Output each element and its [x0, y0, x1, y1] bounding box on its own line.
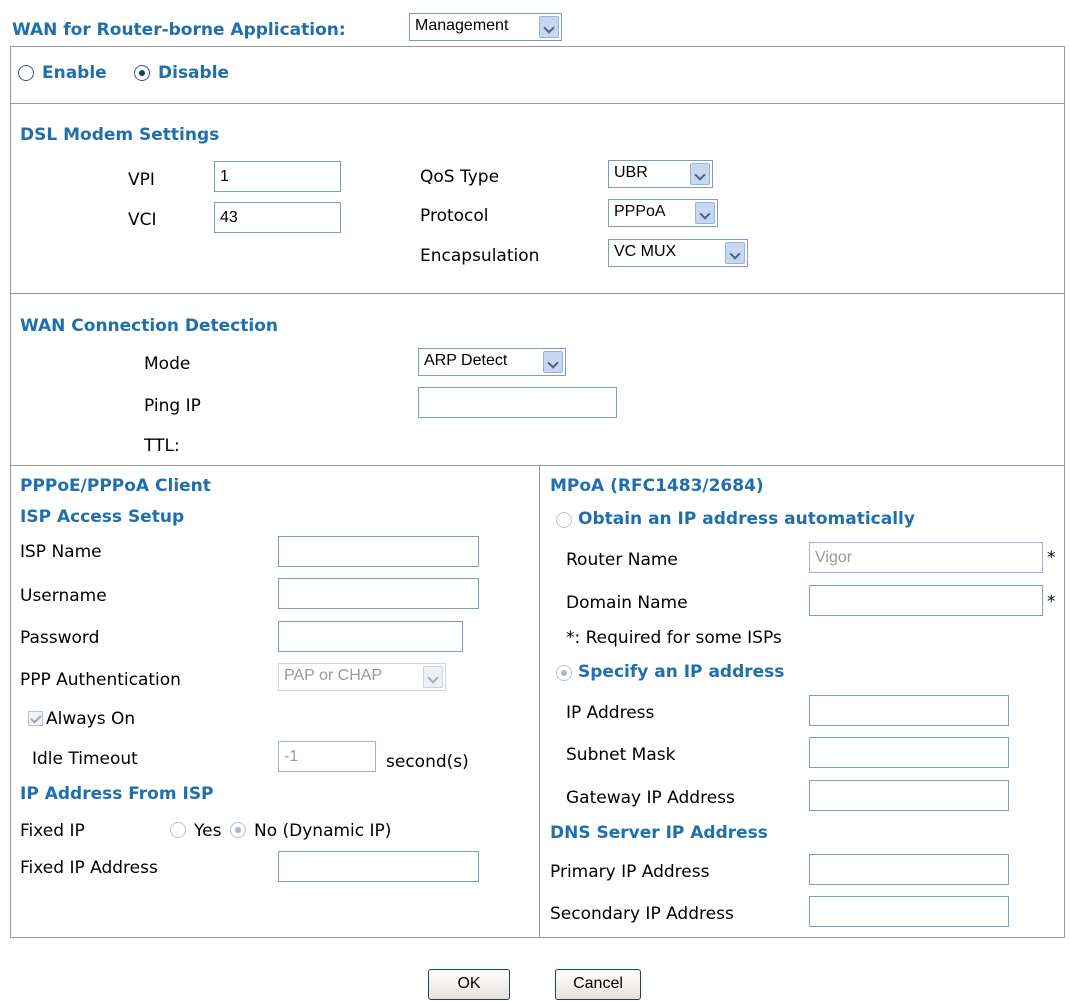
fixed-ip-address-input[interactable] [278, 851, 479, 882]
fixed-ip-no-radio[interactable] [230, 822, 246, 838]
protocol-select[interactable]: PPPoA [608, 199, 718, 227]
disable-label[interactable]: Disable [158, 63, 229, 83]
dns-section-title: DNS Server IP Address [550, 823, 768, 843]
divider [10, 103, 1064, 104]
ip-address-input[interactable] [809, 695, 1009, 726]
protocol-label: Protocol [420, 206, 489, 226]
gateway-input[interactable] [809, 780, 1009, 811]
primary-dns-label: Primary IP Address [550, 862, 710, 882]
wan-app-select[interactable]: Management [409, 13, 562, 41]
fixed-ip-yes-label: Yes [194, 821, 222, 841]
enable-label[interactable]: Enable [42, 63, 107, 83]
chevron-down-icon[interactable] [543, 351, 563, 373]
idle-timeout-label: Idle Timeout [32, 749, 138, 769]
divider [10, 937, 1065, 938]
ip-address-label: IP Address [566, 703, 655, 723]
vpi-input[interactable] [214, 161, 341, 192]
ip-from-isp-title: IP Address From ISP [20, 784, 214, 804]
fixed-ip-address-label: Fixed IP Address [20, 858, 158, 878]
required-note: *: Required for some ISPs [566, 628, 782, 648]
mode-label: Mode [144, 354, 191, 374]
always-on-checkbox[interactable] [28, 711, 43, 726]
vpi-label: VPI [128, 170, 155, 190]
idle-timeout-unit: second(s) [386, 752, 469, 772]
encapsulation-select[interactable]: VC MUX [608, 239, 748, 267]
vci-input[interactable] [214, 202, 341, 233]
disable-radio[interactable] [134, 65, 150, 81]
ppp-auth-select[interactable]: PAP or CHAP [278, 663, 446, 691]
obtain-ip-radio[interactable] [556, 512, 572, 528]
username-input[interactable] [278, 578, 479, 609]
mode-select[interactable]: ARP Detect [418, 348, 566, 376]
qos-select[interactable]: UBR [608, 160, 713, 188]
detect-section-title: WAN Connection Detection [20, 316, 279, 336]
always-on-label: Always On [46, 709, 136, 729]
divider [10, 465, 1064, 466]
fixed-ip-no-label: No (Dynamic IP) [254, 821, 392, 841]
domain-name-required-mark: * [1047, 592, 1056, 612]
wan-app-label: WAN for Router-borne Application: [12, 20, 346, 40]
subnet-mask-input[interactable] [809, 737, 1009, 768]
chevron-down-icon[interactable] [423, 666, 443, 688]
router-name-input[interactable] [809, 542, 1043, 573]
router-name-required-mark: * [1047, 548, 1056, 568]
vci-label: VCI [128, 210, 157, 230]
fixed-ip-label: Fixed IP [20, 821, 85, 841]
dsl-section-title: DSL Modem Settings [20, 125, 220, 145]
gateway-label: Gateway IP Address [566, 788, 735, 808]
password-input[interactable] [278, 621, 463, 652]
qos-label: QoS Type [420, 167, 500, 187]
isp-name-input[interactable] [278, 536, 479, 567]
idle-timeout-input[interactable] [278, 741, 376, 772]
mpoa-section-title: MPoA (RFC1483/2684) [550, 476, 764, 496]
column-divider [539, 465, 540, 938]
cancel-button[interactable]: Cancel [555, 969, 641, 1000]
chevron-down-icon[interactable] [695, 202, 715, 224]
ping-ip-input[interactable] [418, 387, 617, 418]
specify-ip-radio[interactable] [556, 665, 572, 681]
ttl-label: TTL: [144, 436, 180, 456]
secondary-dns-label: Secondary IP Address [550, 904, 734, 924]
password-label: Password [20, 628, 100, 648]
domain-name-label: Domain Name [566, 593, 688, 613]
username-label: Username [20, 586, 107, 606]
ppp-section-title: PPPoE/PPPoA Client [20, 476, 211, 496]
chevron-down-icon[interactable] [539, 16, 559, 38]
chevron-down-icon[interactable] [725, 242, 745, 264]
isp-name-label: ISP Name [20, 542, 102, 562]
primary-dns-input[interactable] [809, 854, 1009, 885]
subnet-mask-label: Subnet Mask [566, 745, 676, 765]
domain-name-input[interactable] [809, 585, 1043, 616]
ping-ip-label: Ping IP [144, 396, 201, 416]
specify-ip-label: Specify an IP address [578, 662, 785, 682]
isp-access-title: ISP Access Setup [20, 507, 185, 527]
obtain-ip-label: Obtain an IP address automatically [578, 509, 915, 529]
enable-radio[interactable] [18, 65, 34, 81]
encapsulation-label: Encapsulation [420, 246, 540, 266]
chevron-down-icon[interactable] [690, 163, 710, 185]
ok-button[interactable]: OK [428, 969, 510, 1000]
fixed-ip-yes-radio[interactable] [170, 822, 186, 838]
router-name-label: Router Name [566, 550, 678, 570]
ppp-auth-label: PPP Authentication [20, 670, 181, 690]
secondary-dns-input[interactable] [809, 896, 1009, 927]
divider [10, 293, 1064, 294]
